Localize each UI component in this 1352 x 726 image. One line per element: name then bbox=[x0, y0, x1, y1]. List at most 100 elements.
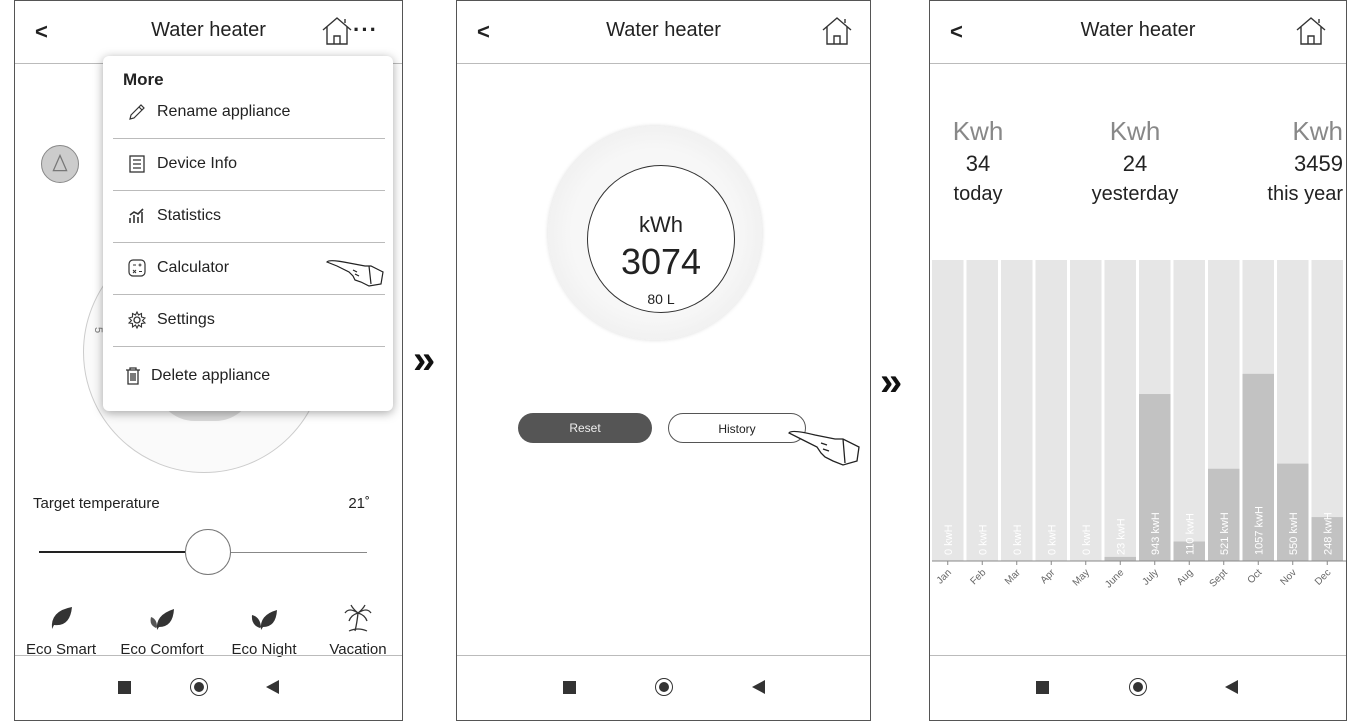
target-temperature-label: Target temperature bbox=[33, 495, 160, 512]
x-tick-label: Aug bbox=[1175, 567, 1195, 587]
menu-item-settings[interactable]: Settings bbox=[113, 294, 385, 347]
stat-caption: this year bbox=[1267, 183, 1343, 205]
system-navbar bbox=[15, 655, 402, 720]
reset-button[interactable]: Reset bbox=[518, 413, 652, 443]
phone-screen-statistics: < Water heater Kwh 34 today Kwh 24 yeste… bbox=[929, 0, 1347, 721]
bar-data-label: 248 kwH bbox=[1322, 512, 1334, 555]
bar-data-label: 0 kwH bbox=[1012, 524, 1024, 555]
bar-data-label: 0 kwH bbox=[943, 524, 955, 555]
bar-data-label: 1057 kwH bbox=[1253, 506, 1265, 555]
system-navbar bbox=[930, 655, 1346, 720]
app-header: < Water heater ··· bbox=[15, 1, 402, 64]
device-info-icon bbox=[129, 155, 145, 173]
menu-item-device-info[interactable]: Device Info bbox=[113, 138, 385, 191]
bar-track bbox=[1070, 260, 1102, 561]
bar-data-label: 550 kwH bbox=[1288, 512, 1300, 555]
more-icon[interactable]: ··· bbox=[353, 17, 378, 43]
menu-item-statistics[interactable]: Statistics bbox=[113, 190, 385, 243]
bar-track bbox=[932, 260, 964, 561]
pencil-icon bbox=[129, 104, 145, 120]
back-nav-button[interactable] bbox=[1225, 680, 1238, 694]
back-nav-button[interactable] bbox=[266, 680, 279, 694]
target-temperature-value: 21˚ bbox=[348, 495, 370, 512]
bar-data-label: 0 kwH bbox=[1081, 524, 1093, 555]
bar-data-label: 943 kwH bbox=[1150, 512, 1162, 555]
home-nav-button[interactable] bbox=[655, 678, 673, 696]
more-menu: More Rename appliance Device Info Statis… bbox=[103, 56, 393, 411]
stat-this-year: Kwh 3459 this year bbox=[1235, 116, 1343, 206]
statistics-icon bbox=[129, 208, 144, 223]
bar-data-label: 0 kwH bbox=[1046, 524, 1058, 555]
slider-track-filled bbox=[39, 551, 199, 553]
bar-track bbox=[1104, 260, 1136, 561]
menu-item-label: Statistics bbox=[157, 207, 222, 224]
bar-data-label: 23 kwH bbox=[1115, 518, 1127, 555]
menu-item-calculator[interactable]: Calculator bbox=[113, 242, 385, 295]
mode-eco-smart[interactable]: Eco Smart bbox=[18, 603, 104, 658]
leaves-night-icon bbox=[251, 610, 277, 630]
recents-button[interactable] bbox=[563, 681, 576, 694]
mode-eco-night[interactable]: Eco Night bbox=[221, 603, 307, 658]
pointing-hand-icon bbox=[326, 260, 384, 287]
stat-unit: Kwh bbox=[1109, 116, 1161, 146]
bell-icon[interactable] bbox=[41, 145, 79, 183]
stat-unit: Kwh bbox=[952, 116, 1004, 146]
x-tick-label: Jan bbox=[935, 567, 954, 586]
trash-icon bbox=[126, 367, 140, 385]
menu-item-label: Device Info bbox=[157, 155, 238, 172]
leaf-icon bbox=[51, 607, 72, 629]
bar-track bbox=[1001, 260, 1033, 561]
app-header: < Water heater bbox=[457, 1, 870, 64]
step-arrow: » bbox=[880, 360, 903, 404]
x-tick-label: Nov bbox=[1279, 567, 1299, 587]
x-tick-label: July bbox=[1141, 567, 1161, 587]
gauge-value: 3074 bbox=[620, 241, 702, 282]
monthly-usage-chart: 0 kwH Jan 0 kwH Feb 0 kwH Mar 0 kwH Apr 0 kwH May… bbox=[932, 260, 1346, 590]
menu-item-rename[interactable]: Rename appliance bbox=[113, 86, 385, 139]
bar[interactable] bbox=[1104, 556, 1137, 561]
bar-track bbox=[966, 260, 998, 561]
recents-button[interactable] bbox=[1036, 681, 1049, 694]
x-tick-label: Oct bbox=[1246, 567, 1265, 586]
slider-track[interactable] bbox=[229, 552, 367, 553]
gauge-capacity: 80 L bbox=[647, 291, 675, 307]
phone-screen-gauge: < Water heater kWh 3074 80 L Reset Histo… bbox=[456, 0, 871, 721]
phone-screen-menu: < Water heater ··· 5 More Rename applian… bbox=[14, 0, 403, 721]
x-tick-label: Mar bbox=[1003, 567, 1023, 587]
bar-data-label: 0 kwH bbox=[977, 524, 989, 555]
stat-yesterday: Kwh 24 yesterday bbox=[1080, 116, 1190, 206]
pointing-hand-icon bbox=[788, 430, 860, 466]
x-tick-label: Apr bbox=[1039, 567, 1058, 586]
recents-button[interactable] bbox=[118, 681, 131, 694]
step-arrow: » bbox=[413, 338, 436, 382]
bar-data-label: 110 kwH bbox=[1184, 513, 1196, 555]
stat-unit: Kwh bbox=[1292, 116, 1343, 146]
mode-vacation[interactable]: Vacation bbox=[315, 603, 401, 658]
calculator-icon bbox=[128, 259, 146, 277]
home-nav-button[interactable] bbox=[1129, 678, 1147, 696]
back-nav-button[interactable] bbox=[752, 680, 765, 694]
bar-data-label: 521 kwH bbox=[1219, 512, 1231, 555]
menu-item-label: Delete appliance bbox=[151, 367, 271, 384]
history-button[interactable]: History bbox=[668, 413, 806, 443]
leaves-icon bbox=[150, 609, 174, 630]
system-navbar bbox=[457, 655, 870, 720]
x-tick-label: May bbox=[1071, 567, 1092, 588]
page-title: Water heater bbox=[606, 19, 721, 41]
menu-item-delete[interactable]: Delete appliance bbox=[113, 350, 385, 402]
home-nav-button[interactable] bbox=[190, 678, 208, 696]
menu-item-label: Calculator bbox=[157, 259, 230, 276]
stat-value: 34 bbox=[965, 151, 991, 176]
stat-value: 24 bbox=[1122, 151, 1148, 176]
bar-track bbox=[1035, 260, 1067, 561]
mode-eco-comfort[interactable]: Eco Comfort bbox=[119, 603, 205, 658]
x-tick-label: June bbox=[1103, 567, 1126, 590]
temperature-slider-thumb[interactable] bbox=[185, 529, 231, 575]
menu-item-label: Settings bbox=[157, 311, 215, 328]
home-icon[interactable] bbox=[319, 15, 355, 47]
page-title: Water heater bbox=[1080, 19, 1196, 41]
x-tick-label: Dec bbox=[1313, 567, 1333, 587]
x-tick-label: Sept bbox=[1208, 567, 1230, 589]
home-icon[interactable] bbox=[1293, 15, 1329, 47]
home-icon[interactable] bbox=[819, 15, 855, 47]
